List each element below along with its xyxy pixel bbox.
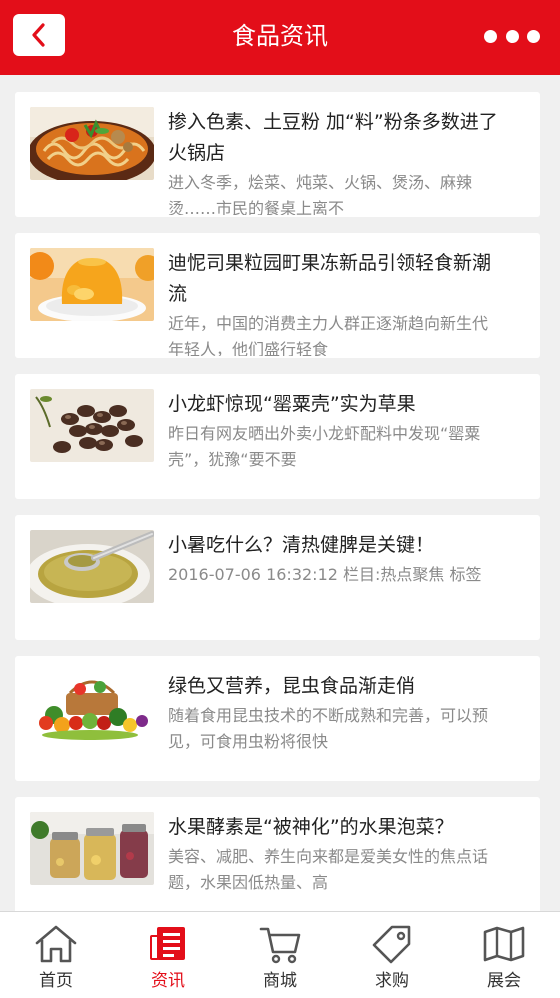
tab-purchase[interactable]: 求购: [336, 912, 448, 998]
article-summary: 随着食用昆虫技术的不断成熟和完善，可以预见，可食用虫粉将很快: [168, 706, 489, 751]
article-text: 水果酵素是“被神化”的水果泡菜？ 美容、减肥、养生向来都是爱美女性的焦点话题，水…: [168, 812, 498, 911]
tab-exhibition[interactable]: 展会: [448, 912, 560, 998]
article-summary: 昨日有网友晒出外卖小龙虾配料中发现“罂粟壳”，犹豫“要不要: [168, 424, 481, 469]
map-icon: [481, 922, 527, 966]
tag-icon: [369, 922, 415, 966]
noodle-soup-photo: [30, 107, 154, 180]
tsaoko-fruit-photo: [30, 389, 154, 462]
mango-jelly-photo: [30, 248, 154, 321]
more-dots-icon: [484, 29, 497, 43]
article-summary: 美容、减肥、养生向来都是爱美女性的焦点话题，水果因低热量、高: [168, 847, 489, 892]
bottom-tab-bar: 首页 资讯 商城 求购 展会: [0, 911, 560, 998]
tab-label: 首页: [39, 971, 73, 991]
article-card[interactable]: 小龙虾惊现“罂粟壳”实为草果 昨日有网友晒出外卖小龙虾配料中发现“罂粟壳”，犹豫…: [15, 374, 540, 499]
news-icon: [145, 922, 191, 966]
article-title: 小龙虾惊现“罂粟壳”实为草果: [168, 393, 416, 415]
tab-label: 求购: [375, 971, 409, 991]
fruit-enzyme-jars-photo: [30, 812, 154, 885]
article-card[interactable]: 掺入色素、土豆粉 加“料”粉条多数进了火锅店 进入冬季，烩菜、炖菜、火锅、煲汤、…: [15, 92, 540, 217]
article-text: 掺入色素、土豆粉 加“料”粉条多数进了火锅店 进入冬季，烩菜、炖菜、火锅、煲汤、…: [168, 107, 498, 215]
cart-icon: [257, 922, 303, 966]
tab-label: 展会: [487, 971, 521, 991]
tab-home[interactable]: 首页: [0, 912, 112, 998]
article-title: 掺入色素、土豆粉 加“料”粉条多数进了火锅店: [168, 111, 498, 164]
article-title: 小暑吃什么？清热健脾是关键！: [168, 534, 435, 556]
article-text: 迪怩司果粒园町果冻新品引领轻食新潮流 近年，中国的消费主力人群正逐渐趋向新生代年…: [168, 248, 498, 356]
article-card[interactable]: 迪怩司果粒园町果冻新品引领轻食新潮流 近年，中国的消费主力人群正逐渐趋向新生代年…: [15, 233, 540, 358]
fruit-vegetable-basket-photo: [30, 671, 154, 744]
article-title: 绿色又营养，昆虫食品渐走俏: [168, 675, 416, 697]
article-summary: 进入冬季，烩菜、炖菜、火锅、煲汤、麻辣烫……市民的餐桌上离不: [168, 173, 473, 215]
article-text: 小暑吃什么？清热健脾是关键！ 2016-07-06 16:32:12 栏目:热点…: [168, 530, 498, 638]
home-icon: [33, 922, 79, 966]
tab-mall[interactable]: 商城: [224, 912, 336, 998]
article-list[interactable]: 掺入色素、土豆粉 加“料”粉条多数进了火锅店 进入冬季，烩菜、炖菜、火锅、煲汤、…: [0, 75, 560, 911]
article-summary: 近年，中国的消费主力人群正逐渐趋向新生代年轻人，他们盛行轻食: [168, 314, 489, 356]
tab-news[interactable]: 资讯: [112, 912, 224, 998]
article-text: 绿色又营养，昆虫食品渐走俏 随着食用昆虫技术的不断成熟和完善，可以预见，可食用虫…: [168, 671, 498, 779]
tab-label: 资讯: [151, 971, 185, 991]
article-title: 水果酵素是“被神化”的水果泡菜？: [168, 816, 454, 838]
more-button[interactable]: [484, 24, 540, 48]
article-summary: 2016-07-06 16:32:12 栏目:热点聚焦 标签: [168, 565, 482, 584]
article-title: 迪怩司果粒园町果冻新品引领轻食新潮流: [168, 252, 492, 305]
article-card[interactable]: 水果酵素是“被神化”的水果泡菜？ 美容、减肥、养生向来都是爱美女性的焦点话题，水…: [15, 797, 540, 911]
page-title: 食品资讯: [232, 22, 328, 50]
tab-label: 商城: [263, 971, 297, 991]
header-bar: 食品资讯: [0, 0, 560, 75]
article-card[interactable]: 小暑吃什么？清热健脾是关键！ 2016-07-06 16:32:12 栏目:热点…: [15, 515, 540, 640]
article-card[interactable]: 绿色又营养，昆虫食品渐走俏 随着食用昆虫技术的不断成熟和完善，可以预见，可食用虫…: [15, 656, 540, 781]
mung-bean-soup-photo: [30, 530, 154, 603]
article-text: 小龙虾惊现“罂粟壳”实为草果 昨日有网友晒出外卖小龙虾配料中发现“罂粟壳”，犹豫…: [168, 389, 498, 497]
